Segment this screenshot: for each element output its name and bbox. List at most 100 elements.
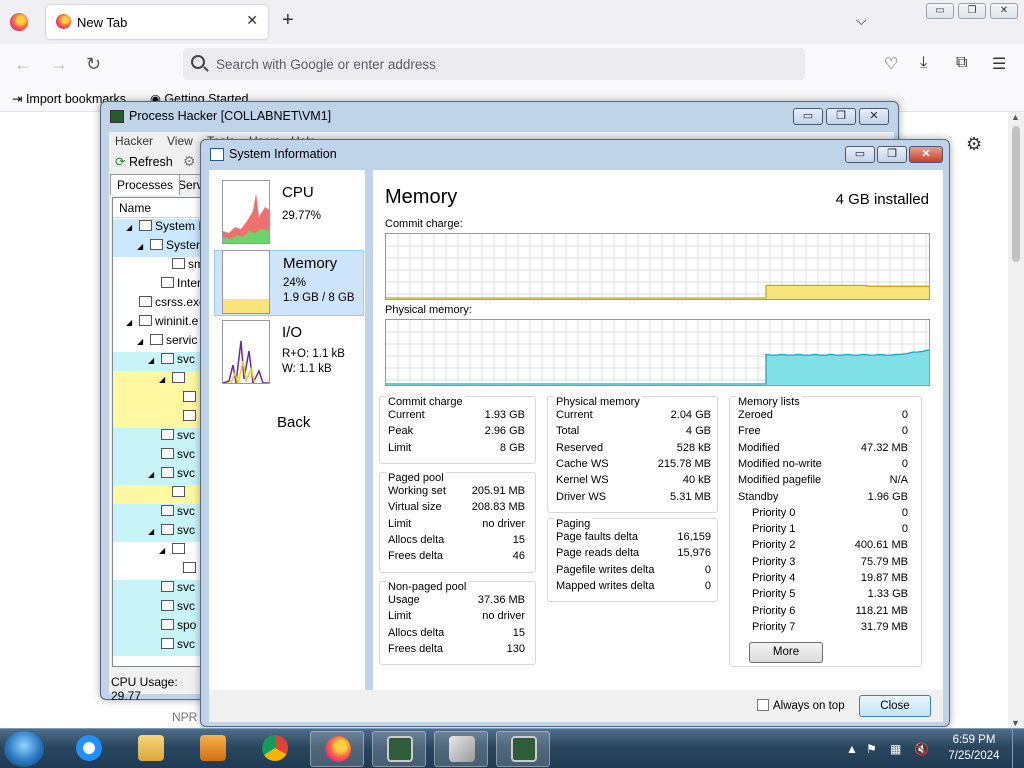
action-center-flag-icon[interactable]: ⚑ xyxy=(866,742,877,756)
page-scrollbar[interactable]: ▲ ▼ xyxy=(1008,112,1024,730)
network-icon[interactable]: ▦ xyxy=(890,742,901,756)
table-row[interactable]: sm xyxy=(113,257,211,276)
table-row[interactable]: svc xyxy=(113,637,211,656)
taskbar-file-explorer[interactable] xyxy=(124,731,178,767)
tree-expander-icon[interactable]: ◢ xyxy=(126,223,136,232)
volume-muted-icon[interactable]: 🔇 xyxy=(914,742,929,756)
more-button[interactable]: More xyxy=(749,642,823,663)
table-row[interactable]: ◢ xyxy=(113,542,211,561)
info-row-value: 4 GB xyxy=(685,425,711,438)
info-row-label: Limit xyxy=(388,517,412,530)
clock-time[interactable]: 6:59 PM xyxy=(944,734,1004,746)
scroll-down-icon[interactable]: ▼ xyxy=(1011,718,1020,728)
tree-expander-icon[interactable]: ◢ xyxy=(148,470,158,479)
table-row[interactable]: ◢ Syster xyxy=(113,238,211,257)
menu-view[interactable]: View xyxy=(167,134,193,148)
table-row[interactable]: spo xyxy=(113,618,211,637)
ph-minimize-button[interactable]: ▭ xyxy=(793,108,823,125)
tab-processes[interactable]: Processes xyxy=(110,174,181,195)
tree-expander-icon[interactable]: ◢ xyxy=(148,527,158,536)
list-all-tabs-icon[interactable]: ⌵ xyxy=(856,12,867,29)
downloads-icon[interactable]: ⤓ xyxy=(920,54,927,72)
table-row[interactable]: svc xyxy=(113,599,211,618)
info-row: Current 1.93 GB xyxy=(388,409,525,421)
start-button[interactable] xyxy=(4,731,44,767)
new-tab-button[interactable]: + xyxy=(282,9,294,32)
taskbar-internet-explorer[interactable] xyxy=(62,731,116,767)
process-name: svc xyxy=(177,447,195,461)
column-header-name[interactable]: Name xyxy=(113,198,211,218)
show-desktop-button[interactable] xyxy=(1012,729,1024,768)
tree-expander-icon[interactable]: ◢ xyxy=(137,242,147,251)
extensions-icon[interactable]: ⧉ xyxy=(956,54,967,72)
si-maximize-button[interactable]: ❐ xyxy=(877,146,907,163)
page-settings-gear-icon[interactable]: ⚙ xyxy=(966,134,982,155)
panel-memory-lists: Memory lists Zeroed 0 Free 0 Modified 47.32 M… xyxy=(729,396,922,667)
tab-new-tab[interactable]: New Tab ✕ xyxy=(46,5,268,39)
table-row[interactable]: ◢ wininit.e xyxy=(113,314,211,333)
forward-arrow-icon[interactable]: → xyxy=(50,54,68,75)
taskbar-process-hacker-sysinfo[interactable] xyxy=(496,731,550,767)
options-gear-icon[interactable]: ⚙ xyxy=(183,153,196,170)
table-row[interactable]: ◢ svc xyxy=(113,466,211,485)
table-row[interactable] xyxy=(113,561,211,580)
nav-io[interactable]: I/O R+O: 1.1 kB W: 1.1 kB xyxy=(214,320,364,386)
menu-hamburger-icon[interactable]: ☰ xyxy=(992,54,1006,74)
pocket-icon[interactable]: ♡ xyxy=(884,54,898,74)
process-hacker-title: Process Hacker [COLLABNET\VM1] xyxy=(129,109,332,123)
always-on-top-checkbox[interactable]: Always on top xyxy=(757,699,845,712)
menu-hacker[interactable]: Hacker xyxy=(115,134,153,148)
taskbar-process-hacker[interactable] xyxy=(372,731,426,767)
browser-close-button[interactable]: ✕ xyxy=(990,3,1018,19)
taskbar-chrome[interactable] xyxy=(248,731,302,767)
table-row[interactable]: ◢ System I xyxy=(113,219,211,238)
table-row[interactable]: Interr xyxy=(113,276,211,295)
info-row-value: 208.83 MB xyxy=(471,501,525,514)
table-row[interactable] xyxy=(113,390,211,409)
scrollbar-thumb[interactable] xyxy=(1012,126,1020,262)
table-row[interactable]: ◢ svc xyxy=(113,523,211,542)
page-text-npr[interactable]: NPR xyxy=(172,710,197,724)
firefox-app-icon[interactable] xyxy=(10,13,28,31)
url-bar[interactable]: Search with Google or enter address xyxy=(183,48,805,80)
checkbox-box[interactable] xyxy=(757,699,769,711)
si-minimize-button[interactable]: ▭ xyxy=(845,146,875,163)
process-name: servic xyxy=(166,333,198,347)
table-row[interactable]: ◢ xyxy=(113,371,211,390)
reload-icon[interactable]: ↻ xyxy=(86,54,101,75)
tree-expander-icon[interactable]: ◢ xyxy=(159,375,169,384)
table-row[interactable] xyxy=(113,409,211,428)
taskbar-media-player[interactable] xyxy=(186,731,240,767)
table-row[interactable]: svc xyxy=(113,428,211,447)
tree-expander-icon[interactable]: ◢ xyxy=(159,546,169,555)
tree-expander-icon[interactable]: ◢ xyxy=(148,356,158,365)
table-row[interactable]: svc xyxy=(113,447,211,466)
table-row[interactable]: csrss.exe xyxy=(113,295,211,314)
table-row[interactable]: ◢ servic xyxy=(113,333,211,352)
nav-cpu[interactable]: CPU 29.77% xyxy=(214,180,364,246)
browser-minimize-button[interactable]: ▭ xyxy=(926,3,954,19)
ph-close-button[interactable]: ✕ xyxy=(859,108,889,125)
table-row[interactable]: svc xyxy=(113,580,211,599)
close-button[interactable]: Close xyxy=(859,695,931,717)
process-icon xyxy=(183,410,196,421)
taskbar-blank-window[interactable] xyxy=(434,731,488,767)
scroll-up-icon[interactable]: ▲ xyxy=(1011,112,1020,122)
tree-expander-icon[interactable]: ◢ xyxy=(137,337,147,346)
browser-restore-button[interactable]: ❐ xyxy=(958,3,986,19)
tree-expander-icon[interactable]: ◢ xyxy=(126,318,136,327)
table-row[interactable] xyxy=(113,485,211,504)
ph-maximize-button[interactable]: ❐ xyxy=(826,108,856,125)
table-row[interactable]: ◢ svc xyxy=(113,352,211,371)
back-link[interactable]: Back xyxy=(277,414,310,431)
clock-date[interactable]: 7/25/2024 xyxy=(944,750,1004,762)
process-tree[interactable]: Name ◢ System I ◢ Syster sm Interr csrss.exe ◢ w… xyxy=(112,197,212,667)
tray-show-hidden-icon[interactable]: ▲ xyxy=(846,742,858,756)
back-arrow-icon[interactable]: ← xyxy=(14,54,32,75)
table-row[interactable]: svc xyxy=(113,504,211,523)
tab-close-icon[interactable]: ✕ xyxy=(246,12,258,29)
refresh-button[interactable]: ⟳ Refresh xyxy=(115,154,173,169)
taskbar-firefox[interactable] xyxy=(310,731,364,767)
nav-memory[interactable]: Memory 24% 1.9 GB / 8 GB xyxy=(214,250,364,316)
si-close-button[interactable]: ✕ xyxy=(909,146,943,163)
